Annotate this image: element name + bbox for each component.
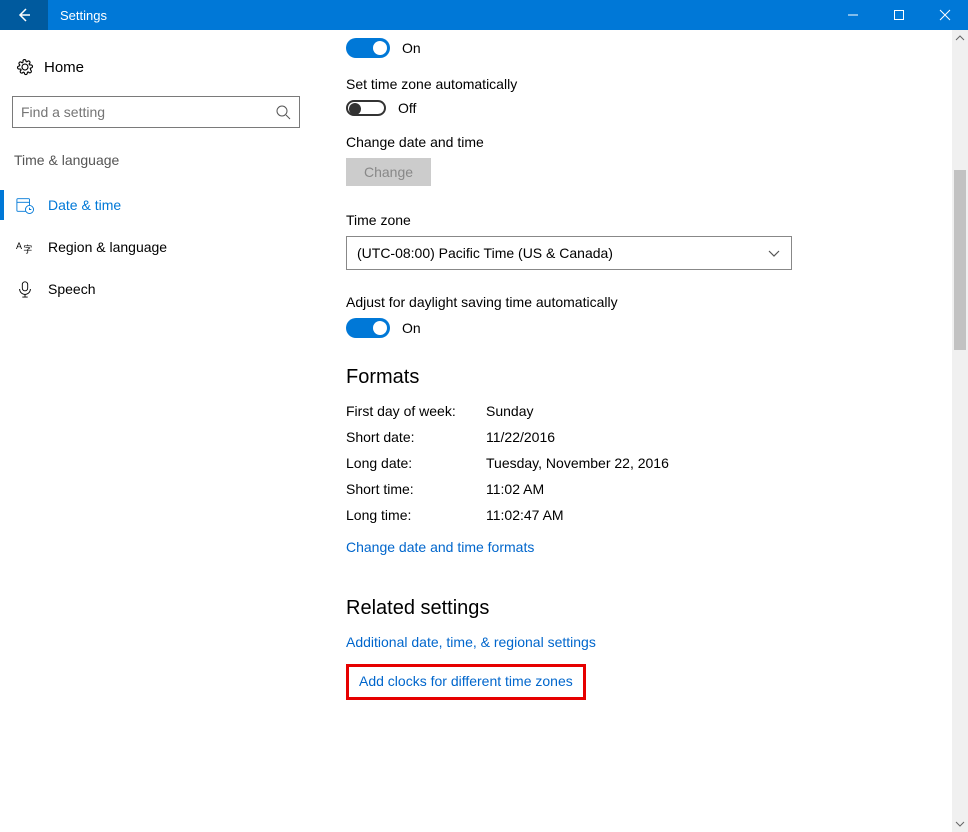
additional-settings-link[interactable]: Additional date, time, & regional settin…: [346, 634, 596, 650]
search-box[interactable]: [12, 96, 300, 128]
scroll-down-button[interactable]: [952, 816, 968, 832]
format-value: 11:02 AM: [486, 481, 544, 497]
nav-label: Speech: [48, 281, 95, 297]
set-time-auto-toggle[interactable]: [346, 38, 390, 58]
content-pane: On Set time zone automatically Off Chang…: [312, 30, 968, 832]
search-icon: [275, 104, 291, 120]
home-label: Home: [44, 59, 84, 76]
window-controls: [830, 0, 968, 30]
close-icon: [939, 9, 951, 21]
vertical-scrollbar[interactable]: [952, 30, 968, 832]
calendar-clock-icon: [16, 196, 48, 214]
format-key: Long time:: [346, 507, 486, 523]
format-key: Long date:: [346, 455, 486, 471]
timezone-value: (UTC-08:00) Pacific Time (US & Canada): [357, 245, 613, 261]
toggle-state-label: On: [402, 40, 421, 56]
gear-icon: [16, 58, 44, 76]
format-key: First day of week:: [346, 403, 486, 419]
format-key: Short time:: [346, 481, 486, 497]
format-row: Short time: 11:02 AM: [346, 481, 968, 497]
chevron-up-icon: [955, 33, 965, 43]
minimize-icon: [847, 9, 859, 21]
set-tz-auto-toggle[interactable]: [346, 100, 386, 116]
change-button[interactable]: Change: [346, 158, 431, 186]
chevron-down-icon: [767, 246, 781, 260]
maximize-button[interactable]: [876, 0, 922, 30]
format-value: 11:02:47 AM: [486, 507, 564, 523]
format-row: Long time: 11:02:47 AM: [346, 507, 968, 523]
add-clocks-link[interactable]: Add clocks for different time zones: [359, 673, 573, 689]
sidebar: Home Time & language Date & time A字 Regi…: [0, 30, 312, 832]
nav-label: Date & time: [48, 197, 121, 213]
change-formats-link[interactable]: Change date and time formats: [346, 539, 534, 555]
minimize-button[interactable]: [830, 0, 876, 30]
language-icon: A字: [16, 238, 48, 256]
format-row: Long date: Tuesday, November 22, 2016: [346, 455, 968, 471]
nav-label: Region & language: [48, 239, 167, 255]
svg-text:A: A: [16, 241, 22, 251]
dst-toggle[interactable]: [346, 318, 390, 338]
back-button[interactable]: [0, 0, 48, 30]
scrollbar-thumb[interactable]: [954, 170, 966, 350]
format-row: First day of week: Sunday: [346, 403, 968, 419]
tz-label: Time zone: [346, 212, 968, 228]
chevron-down-icon: [955, 819, 965, 829]
set-tz-auto-row: Off: [346, 100, 968, 116]
format-value: Tuesday, November 22, 2016: [486, 455, 669, 471]
toggle-state-label: Off: [398, 100, 416, 116]
svg-text:字: 字: [23, 243, 32, 254]
nav-date-time[interactable]: Date & time: [0, 184, 300, 226]
format-value: Sunday: [486, 403, 533, 419]
scroll-up-button[interactable]: [952, 30, 968, 46]
format-row: Short date: 11/22/2016: [346, 429, 968, 445]
dst-row: On: [346, 318, 968, 338]
dst-label: Adjust for daylight saving time automati…: [346, 294, 968, 310]
highlight-annotation: Add clocks for different time zones: [346, 664, 586, 700]
format-value: 11/22/2016: [486, 429, 555, 445]
nav-speech[interactable]: Speech: [0, 268, 300, 310]
microphone-icon: [16, 280, 48, 298]
set-time-auto-row: On: [346, 38, 968, 58]
set-tz-auto-label: Set time zone automatically: [346, 76, 968, 92]
related-heading: Related settings: [346, 597, 968, 620]
home-nav[interactable]: Home: [12, 52, 300, 82]
nav-region-language[interactable]: A字 Region & language: [0, 226, 300, 268]
category-header: Time & language: [12, 152, 300, 168]
arrow-left-icon: [16, 7, 32, 23]
search-input[interactable]: [21, 104, 275, 120]
toggle-state-label: On: [402, 320, 421, 336]
formats-heading: Formats: [346, 366, 968, 389]
close-button[interactable]: [922, 0, 968, 30]
window-title: Settings: [48, 8, 830, 23]
format-key: Short date:: [346, 429, 486, 445]
maximize-icon: [893, 9, 905, 21]
change-dt-label: Change date and time: [346, 134, 968, 150]
titlebar: Settings: [0, 0, 968, 30]
timezone-select[interactable]: (UTC-08:00) Pacific Time (US & Canada): [346, 236, 792, 270]
